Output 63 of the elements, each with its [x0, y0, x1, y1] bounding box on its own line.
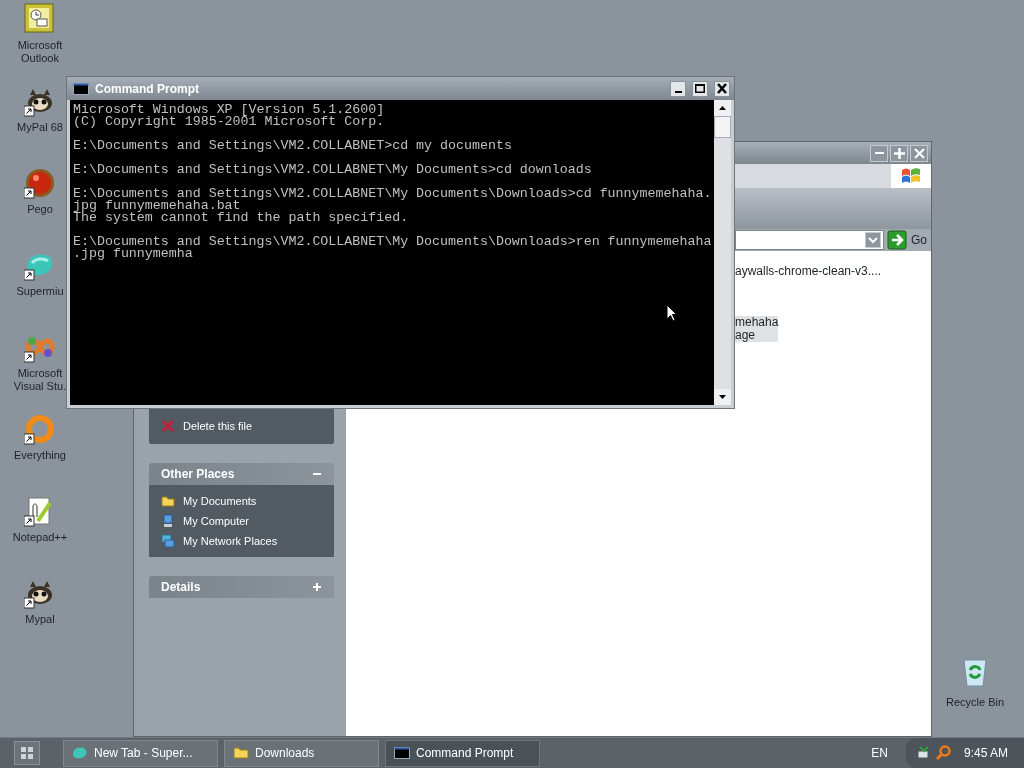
language-indicator[interactable]: EN [871, 744, 888, 762]
task-link[interactable]: My Computer [161, 511, 334, 531]
minimize-icon [874, 152, 884, 154]
maximize-button[interactable] [692, 80, 708, 97]
console-text: E:\Documents and Settings\VM2.COLLABNET\My Documents>cd downloads [73, 164, 593, 176]
start-button[interactable] [14, 741, 40, 765]
maximize-icon [695, 84, 705, 93]
folder-icon [161, 494, 175, 508]
desktop-icon-label[interactable]: Notepad++ [12, 531, 68, 544]
grid-icon [20, 746, 34, 760]
task-link[interactable]: Delete this file [161, 416, 334, 436]
desktop-icon-label[interactable]: Pego [27, 203, 53, 216]
minimize-icon [674, 91, 682, 93]
taskbar-button[interactable]: Downloads [224, 739, 379, 767]
close-icon [913, 147, 925, 159]
console-text: The system cannot find the path specified. [73, 212, 410, 224]
desktop-icon-label[interactable]: MyPal 68 [17, 121, 63, 134]
scroll-up-icon[interactable] [714, 100, 731, 116]
console-text: .jpg funnymemha [73, 248, 194, 260]
desktop-icon-label[interactable]: Microsoft Outlook [17, 39, 63, 65]
desktop-icon-label[interactable]: Microsoft Visual Stu. [13, 367, 67, 393]
desktop-icon-label[interactable]: Recycle Bin [945, 694, 1005, 711]
delete-x-icon [161, 419, 175, 433]
taskbar-button[interactable]: Command Prompt [385, 739, 540, 767]
section-header[interactable]: Other Places [149, 463, 334, 485]
minimize-button[interactable] [670, 80, 686, 97]
address-field[interactable] [735, 230, 884, 250]
task-link[interactable]: My Network Places [161, 531, 334, 551]
desktop-icon-label[interactable]: Mypal [25, 613, 55, 626]
file-name[interactable]: aywalls-chrome-clean-v3.... [735, 265, 882, 278]
close-icon [717, 83, 727, 94]
clock: 9:45 AM [964, 745, 1009, 762]
mouse-pointer-icon [666, 304, 677, 322]
close-button[interactable] [714, 80, 730, 97]
recycle-bin-icon [960, 656, 990, 688]
console-text: E:\Documents and Settings\VM2.COLLABNET\My Documents\Downloads>ren funnymemehaha [73, 236, 713, 248]
console-text: (C) Copyright 1985-2001 Microsoft Corp. [73, 116, 386, 128]
folder-icon [233, 745, 249, 761]
console-text: jpg funnymemehaha.bat [73, 200, 241, 212]
section-header[interactable]: Details [149, 576, 334, 598]
maximize-icon [893, 147, 905, 159]
console-icon [73, 82, 89, 95]
network-tray-icon [916, 745, 932, 761]
taskbar-button[interactable]: New Tab - Super... [63, 739, 218, 767]
console-text: E:\Documents and Settings\VM2.COLLABNET\My Documents\Downloads>cd funnymemehaha. [73, 188, 713, 200]
scroll-down-icon[interactable] [714, 389, 731, 405]
computer-icon [161, 514, 175, 528]
task-link[interactable]: My Documents [161, 491, 334, 511]
console-icon [394, 745, 410, 761]
desktop-icon-label[interactable]: Everything [14, 449, 66, 462]
windows-logo-icon [900, 166, 922, 186]
go-button[interactable]: Go [887, 230, 927, 250]
desktop-icon-label[interactable]: Supermiu [16, 285, 64, 298]
scrollbar[interactable] [714, 100, 731, 405]
scroll-thumb[interactable] [714, 116, 731, 138]
blob-icon [72, 745, 88, 761]
search-icon [935, 745, 951, 761]
network-computer-icon [161, 534, 175, 548]
file-name[interactable]: mehaha age [735, 316, 779, 342]
expand-icon [312, 582, 322, 592]
console-text: Microsoft Windows XP [Version 5.1.2600] [73, 104, 386, 116]
console-text: E:\Documents and Settings\VM2.COLLABNET>cd my documents [73, 140, 513, 152]
window-title: Command Prompt [95, 80, 200, 98]
